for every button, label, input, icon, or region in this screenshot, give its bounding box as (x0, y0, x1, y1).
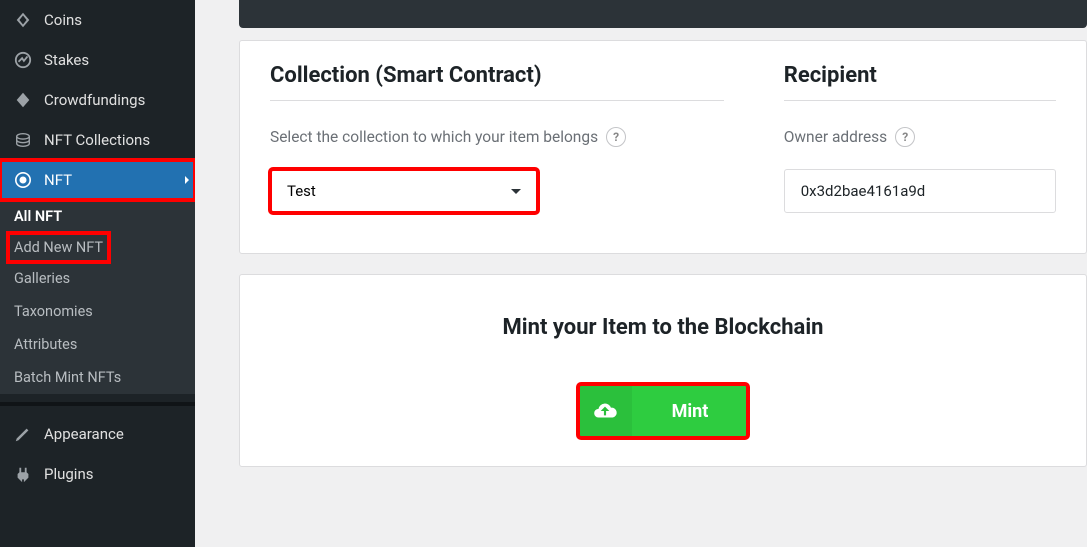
sidebar-item-stakes[interactable]: Stakes (0, 40, 195, 80)
help-icon[interactable]: ? (606, 127, 626, 147)
sidebar-item-nft-collections[interactable]: NFT Collections (0, 120, 195, 160)
appearance-icon (12, 423, 34, 445)
sidebar-label: NFT Collections (44, 131, 150, 149)
collection-dropdown[interactable]: Test (270, 169, 538, 213)
sidebar-sub-taxonomies[interactable]: Taxonomies (0, 295, 195, 328)
sidebar-divider (0, 402, 195, 406)
top-bar (239, 0, 1087, 28)
chevron-down-icon (511, 189, 521, 194)
recipient-field-label: Owner address ? (784, 127, 1056, 147)
sidebar-sub-galleries[interactable]: Galleries (0, 262, 195, 295)
collections-icon (12, 129, 34, 151)
sidebar-item-crowdfundings[interactable]: Crowdfundings (0, 80, 195, 120)
mint-title: Mint your Item to the Blockchain (270, 315, 1056, 340)
stakes-icon (12, 49, 34, 71)
sidebar-label: Crowdfundings (44, 91, 145, 109)
sidebar-label: NFT (44, 171, 72, 189)
sidebar-item-plugins[interactable]: Plugins (0, 454, 195, 494)
recipient-label-text: Owner address (784, 128, 887, 146)
recipient-column: Recipient Owner address ? 0x3d2bae4161a9… (784, 63, 1056, 213)
sidebar-label: Appearance (44, 425, 124, 443)
sidebar-item-appearance[interactable]: Appearance (0, 414, 195, 454)
collection-field-label: Select the collection to which your item… (270, 127, 724, 147)
collection-panel: Collection (Smart Contract) Select the c… (239, 40, 1087, 254)
collection-label-text: Select the collection to which your item… (270, 128, 598, 146)
cloud-upload-icon (578, 384, 632, 438)
mint-button[interactable]: Mint (578, 384, 749, 438)
plugins-icon (12, 463, 34, 485)
sidebar-sub-all-nft[interactable]: All NFT (0, 200, 195, 233)
sidebar-label: Coins (44, 11, 82, 29)
sidebar-label: Stakes (44, 51, 89, 69)
nft-icon (12, 169, 34, 191)
recipient-title: Recipient (784, 63, 1056, 101)
help-icon[interactable]: ? (895, 127, 915, 147)
collection-column: Collection (Smart Contract) Select the c… (270, 63, 724, 213)
owner-address-input[interactable]: 0x3d2bae4161a9d (784, 169, 1056, 213)
coin-icon (12, 9, 34, 31)
sidebar-sub-batch-mint[interactable]: Batch Mint NFTs (0, 361, 195, 394)
mint-panel: Mint your Item to the Blockchain Mint (239, 274, 1087, 467)
mint-button-label: Mint (632, 401, 749, 422)
sidebar-label: Plugins (44, 465, 93, 483)
sidebar-item-nft[interactable]: NFT (0, 160, 195, 200)
crowdfunding-icon (12, 89, 34, 111)
sidebar: Coins Stakes Crowdfundings NFT Collectio… (0, 0, 195, 547)
dropdown-selected: Test (287, 182, 316, 200)
sidebar-sub-add-new-nft[interactable]: Add New NFT (10, 235, 107, 260)
main-content: Collection (Smart Contract) Select the c… (195, 0, 1087, 547)
sidebar-submenu: All NFT Add New NFT Galleries Taxonomies… (0, 200, 195, 394)
collection-title: Collection (Smart Contract) (270, 63, 724, 101)
sidebar-sub-attributes[interactable]: Attributes (0, 328, 195, 361)
sidebar-item-coins[interactable]: Coins (0, 0, 195, 40)
